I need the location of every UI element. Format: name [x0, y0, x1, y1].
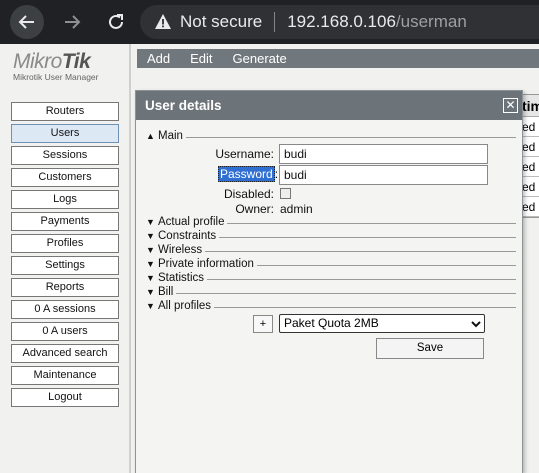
omnibox-divider [274, 12, 276, 32]
action-toolbar: Add Edit Generate [137, 49, 539, 68]
browser-toolbar: Not secure 192.168.0.106/userman [0, 0, 539, 44]
sidebar-divider [129, 44, 131, 473]
dialog-title-bar[interactable]: User details ✕ [136, 91, 522, 120]
add-profile-button[interactable]: + [253, 315, 273, 333]
triangle-down-icon: ▼ [146, 273, 155, 283]
username-input[interactable]: budi [279, 144, 488, 164]
close-icon[interactable]: ✕ [503, 98, 518, 113]
address-bar[interactable]: Not secure 192.168.0.106/userman [140, 5, 539, 39]
logo-wordmark: MikroTik [13, 50, 91, 73]
sidebar-item-routers[interactable]: Routers [11, 102, 119, 121]
sidebar-item-sessions[interactable]: Sessions [11, 146, 119, 165]
triangle-down-icon: ▼ [146, 217, 155, 227]
sidebar-item-settings[interactable]: Settings [11, 256, 119, 275]
sidebar-item-maintenance[interactable]: Maintenance [11, 366, 119, 385]
arrow-left-icon [18, 15, 34, 29]
url-host: 192.168.0.106 [287, 12, 396, 31]
sidebar-item-active-sessions[interactable]: 0 A sessions [11, 300, 119, 319]
sidebar-nav: Routers Users Sessions Customers Logs Pa… [11, 102, 119, 410]
section-wireless[interactable]: ▼ Wireless [146, 243, 516, 257]
section-constraints[interactable]: ▼ Constraints [146, 229, 516, 243]
save-button[interactable]: Save [376, 338, 484, 359]
section-actual-profile[interactable]: ▼ Actual profile [146, 215, 516, 229]
reload-button[interactable] [100, 6, 132, 38]
profile-select[interactable]: Paket Quota 2MB [279, 314, 485, 333]
chevron-down-icon [471, 321, 481, 328]
password-label: Password: [218, 166, 279, 182]
triangle-down-icon: ▼ [146, 287, 155, 297]
back-button[interactable] [10, 5, 44, 39]
url-path: /userman [395, 12, 467, 31]
generate-button[interactable]: Generate [223, 51, 297, 66]
triangle-down-icon: ▼ [146, 231, 155, 241]
triangle-down-icon: ▼ [146, 259, 155, 269]
arrow-right-icon [65, 15, 81, 29]
password-input[interactable]: budi [279, 165, 488, 185]
dialog-title: User details [145, 98, 222, 113]
username-label: Username: [215, 147, 274, 161]
owner-value: admin [280, 202, 313, 216]
section-main[interactable]: ▲ Main [146, 129, 516, 143]
triangle-down-icon: ▼ [146, 301, 155, 311]
sidebar-item-profiles[interactable]: Profiles [11, 234, 119, 253]
sidebar-item-logs[interactable]: Logs [11, 190, 119, 209]
sidebar-item-users[interactable]: Users [11, 124, 119, 143]
logo-subtitle: Mikrotik User Manager [13, 72, 99, 82]
triangle-up-icon: ▲ [146, 131, 155, 141]
mikrotik-logo: MikroTik Mikrotik User Manager [13, 50, 123, 82]
security-label[interactable]: Not secure [180, 12, 262, 32]
sidebar-item-active-users[interactable]: 0 A users [11, 322, 119, 341]
sidebar-item-advanced-search[interactable]: Advanced search [11, 344, 119, 363]
warning-icon[interactable] [154, 13, 172, 31]
edit-button[interactable]: Edit [180, 51, 222, 66]
owner-label: Owner: [235, 202, 274, 216]
reload-icon [109, 14, 123, 29]
profile-select-value: Paket Quota 2MB [284, 316, 379, 330]
section-all-profiles[interactable]: ▼ All profiles [146, 299, 516, 313]
forward-button[interactable] [56, 6, 88, 38]
section-statistics[interactable]: ▼ Statistics [146, 271, 516, 285]
sidebar-item-reports[interactable]: Reports [11, 278, 119, 297]
user-details-dialog: User details ✕ ▲ Main Username: budi Pass… [135, 90, 523, 473]
section-bill[interactable]: ▼ Bill [146, 285, 516, 299]
section-private-information[interactable]: ▼ Private information [146, 257, 516, 271]
add-button[interactable]: Add [137, 51, 180, 66]
sidebar-item-payments[interactable]: Payments [11, 212, 119, 231]
sidebar-item-customers[interactable]: Customers [11, 168, 119, 187]
disabled-label: Disabled: [223, 187, 274, 201]
sidebar-item-logout[interactable]: Logout [11, 388, 119, 407]
triangle-down-icon: ▼ [146, 245, 155, 255]
disabled-checkbox[interactable] [280, 188, 291, 199]
